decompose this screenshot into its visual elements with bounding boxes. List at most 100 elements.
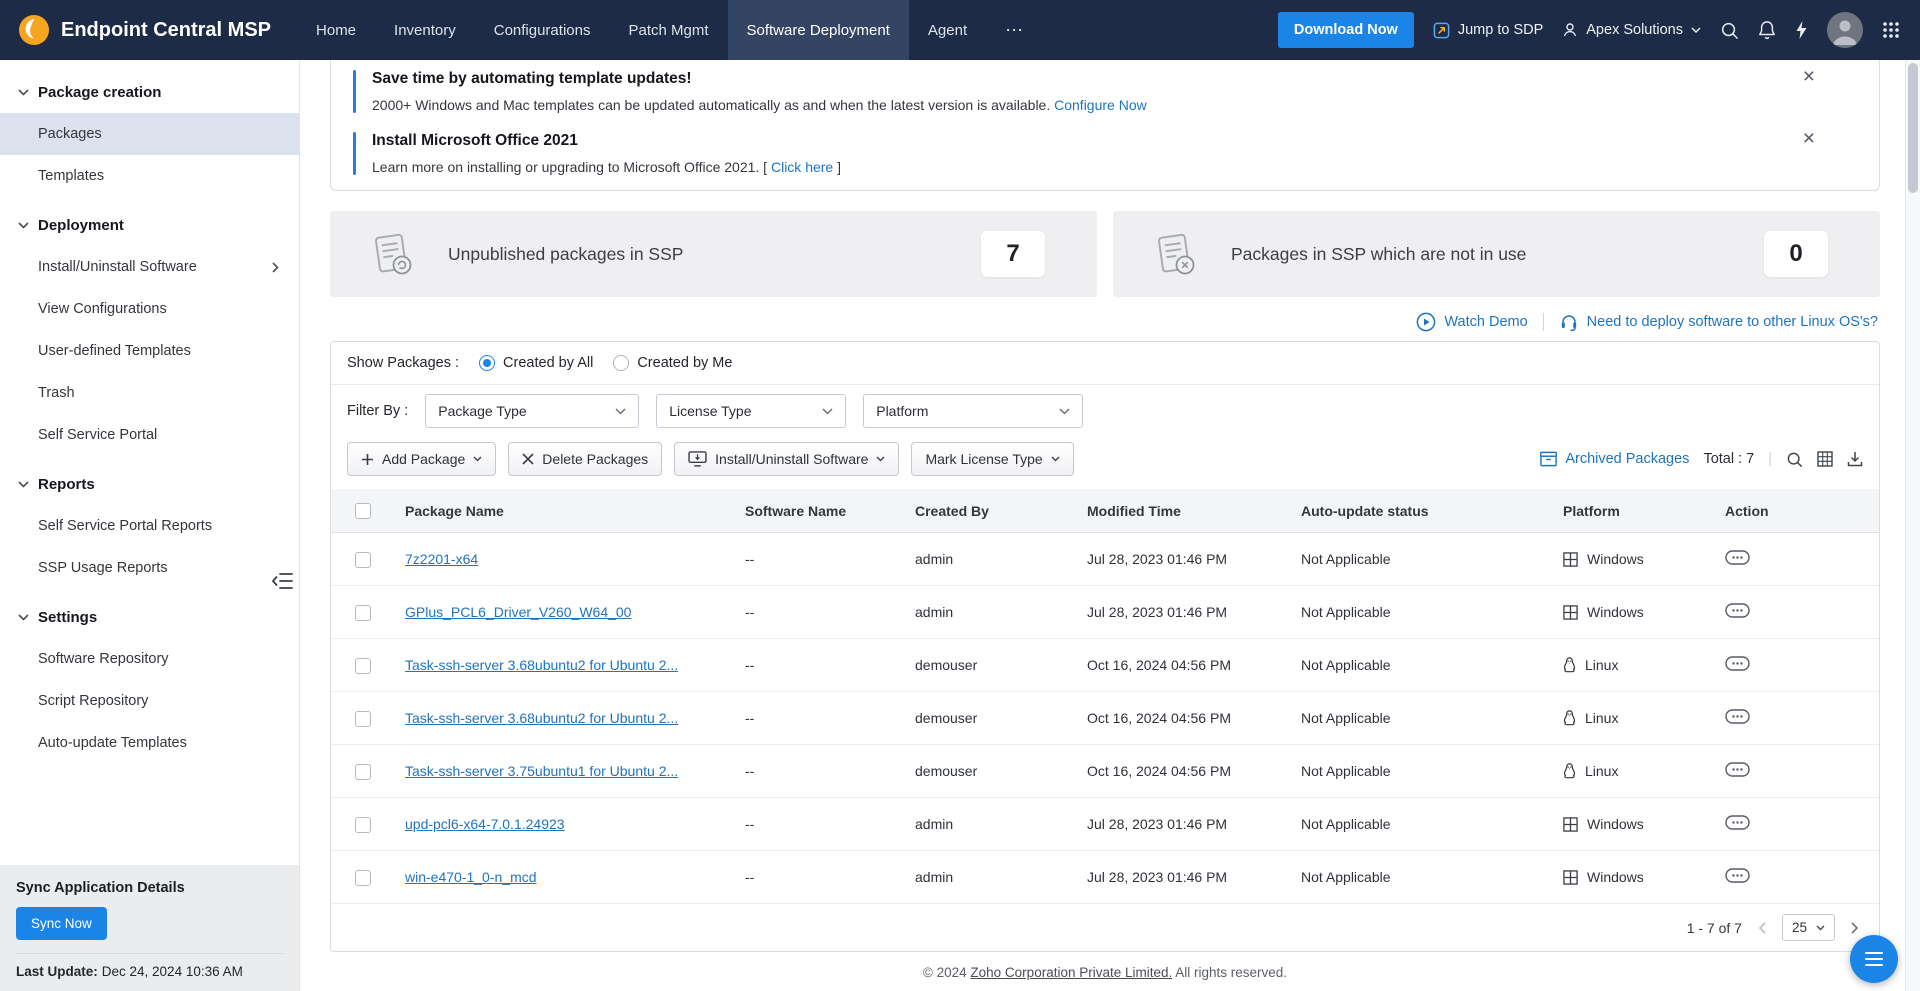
sidebar-item-user-defined-templates[interactable]: User-defined Templates — [0, 330, 299, 372]
chevron-down-icon — [18, 481, 29, 488]
row-actions-button[interactable] — [1725, 868, 1750, 883]
brand[interactable]: Endpoint Central MSP — [0, 0, 297, 60]
close-icon[interactable]: × — [1803, 128, 1815, 149]
search-icon[interactable] — [1720, 21, 1739, 40]
column-header-platform[interactable]: Platform — [1553, 489, 1715, 533]
apps-grid-icon[interactable] — [1882, 21, 1900, 39]
nav-item-inventory[interactable]: Inventory — [375, 0, 475, 60]
row-checkbox[interactable] — [355, 711, 371, 727]
delete-packages-button[interactable]: Delete Packages — [508, 442, 662, 476]
nav-item-home[interactable]: Home — [297, 0, 375, 60]
watch-demo-link[interactable]: Watch Demo — [1416, 312, 1527, 332]
radio-icon[interactable] — [479, 355, 495, 371]
row-actions-button[interactable] — [1725, 762, 1750, 777]
section-header-package-creation[interactable]: Package creation — [0, 72, 299, 113]
radio-created-by-me[interactable]: Created by Me — [613, 355, 732, 371]
row-actions-button[interactable] — [1725, 815, 1750, 830]
radio-created-by-all[interactable]: Created by All — [479, 355, 593, 371]
select-all-checkbox[interactable] — [355, 503, 371, 519]
row-actions-button[interactable] — [1725, 709, 1750, 724]
column-chooser-grid-icon[interactable] — [1817, 451, 1833, 467]
section-header-deployment[interactable]: Deployment — [0, 205, 299, 246]
column-header-software-name[interactable]: Software Name — [735, 489, 905, 533]
previous-page-icon[interactable] — [1754, 918, 1770, 938]
nav-more-button[interactable]: ⋯ — [986, 0, 1044, 60]
row-checkbox[interactable] — [355, 552, 371, 568]
next-page-icon[interactable] — [1847, 918, 1863, 938]
sidebar-item-trash[interactable]: Trash — [0, 372, 299, 414]
page-scrollbar[interactable] — [1905, 60, 1920, 991]
chevron-down-icon — [18, 222, 29, 229]
package-name-link[interactable]: upd-pcl6-x64-7.0.1.24923 — [405, 816, 565, 832]
section-header-settings[interactable]: Settings — [0, 597, 299, 638]
sidebar-collapse-icon[interactable] — [272, 572, 294, 590]
notifications-bell-icon[interactable] — [1758, 20, 1776, 40]
nav-item-agent[interactable]: Agent — [909, 0, 986, 60]
row-checkbox[interactable] — [355, 870, 371, 886]
platform-select[interactable]: Platform — [863, 394, 1083, 428]
row-checkbox[interactable] — [355, 764, 371, 780]
banner-body: 2000+ Windows and Mac templates can be u… — [372, 97, 1147, 113]
account-menu[interactable]: Apex Solutions — [1562, 22, 1701, 38]
last-update-label: Last Update: — [16, 964, 98, 979]
sidebar-item-software-repository[interactable]: Software Repository — [0, 638, 299, 680]
click-here-link[interactable]: Click here — [771, 159, 833, 175]
row-checkbox[interactable] — [355, 658, 371, 674]
archived-packages-link[interactable]: Archived Packages — [1540, 451, 1689, 467]
sidebar-item-ssp-usage-reports[interactable]: SSP Usage Reports — [0, 547, 299, 589]
column-header-modified-time[interactable]: Modified Time — [1077, 489, 1291, 533]
jump-to-sdp-link[interactable]: Jump to SDP — [1433, 22, 1543, 39]
package-name-link[interactable]: GPlus_PCL6_Driver_V260_W64_00 — [405, 604, 631, 620]
sidebar-item-install-uninstall-software[interactable]: Install/Uninstall Software — [0, 246, 299, 288]
package-name-link[interactable]: Task-ssh-server 3.68ubuntu2 for Ubuntu 2… — [405, 710, 678, 726]
modified-time-cell: Jul 28, 2023 01:46 PM — [1077, 586, 1291, 639]
archived-packages-label: Archived Packages — [1565, 451, 1689, 467]
package-name-link[interactable]: Task-ssh-server 3.75ubuntu1 for Ubuntu 2… — [405, 763, 678, 779]
sidebar-item-auto-update-templates[interactable]: Auto-update Templates — [0, 722, 299, 764]
mark-license-type-button[interactable]: Mark License Type — [911, 442, 1073, 476]
user-avatar[interactable] — [1827, 12, 1863, 48]
download-now-button[interactable]: Download Now — [1278, 12, 1414, 48]
row-actions-button[interactable] — [1725, 550, 1750, 565]
stat-label: Packages in SSP which are not in use — [1231, 244, 1526, 265]
row-checkbox[interactable] — [355, 605, 371, 621]
page-size-select[interactable]: 25 — [1782, 914, 1835, 941]
column-header-auto-update[interactable]: Auto-update status — [1291, 489, 1553, 533]
nav-item-software-deployment[interactable]: Software Deployment — [728, 0, 909, 60]
package-name-link[interactable]: 7z2201-x64 — [405, 551, 478, 567]
close-icon[interactable]: × — [1803, 66, 1815, 87]
quick-actions-lightning-icon[interactable] — [1795, 20, 1808, 40]
sidebar-item-packages[interactable]: Packages — [0, 113, 299, 155]
sync-now-button[interactable]: Sync Now — [16, 907, 107, 940]
package-name-link[interactable]: Task-ssh-server 3.68ubuntu2 for Ubuntu 2… — [405, 657, 678, 673]
sidebar-item-ssp-reports[interactable]: Self Service Portal Reports — [0, 505, 299, 547]
nav-item-patch-mgmt[interactable]: Patch Mgmt — [609, 0, 727, 60]
nav-item-configurations[interactable]: Configurations — [475, 0, 610, 60]
sync-application-panel: Sync Application Details Sync Now Last U… — [0, 865, 299, 991]
package-name-link[interactable]: win-e470-1_0-n_mcd — [405, 869, 537, 885]
add-package-button[interactable]: Add Package — [347, 442, 496, 476]
floating-menu-button[interactable] — [1850, 935, 1898, 983]
install-uninstall-software-button[interactable]: Install/Uninstall Software — [674, 442, 899, 476]
configure-now-link[interactable]: Configure Now — [1054, 97, 1147, 113]
sidebar-item-templates[interactable]: Templates — [0, 155, 299, 197]
modified-time-cell: Oct 16, 2024 04:56 PM — [1077, 639, 1291, 692]
sidebar-item-view-configurations[interactable]: View Configurations — [0, 288, 299, 330]
row-checkbox[interactable] — [355, 817, 371, 833]
column-header-created-by[interactable]: Created By — [905, 489, 1077, 533]
row-actions-button[interactable] — [1725, 603, 1750, 618]
section-settings: Settings Software Repository Script Repo… — [0, 597, 299, 764]
scrollbar-thumb[interactable] — [1908, 63, 1918, 193]
table-search-icon[interactable] — [1786, 451, 1803, 468]
row-actions-button[interactable] — [1725, 656, 1750, 671]
column-header-package-name[interactable]: Package Name — [395, 489, 735, 533]
sidebar-item-script-repository[interactable]: Script Repository — [0, 680, 299, 722]
zoho-corporation-link[interactable]: Zoho Corporation Private Limited. — [970, 965, 1172, 980]
linux-deploy-help-link[interactable]: Need to deploy software to other Linux O… — [1559, 312, 1878, 332]
sidebar-item-self-service-portal[interactable]: Self Service Portal — [0, 414, 299, 456]
license-type-select[interactable]: License Type — [656, 394, 846, 428]
section-header-reports[interactable]: Reports — [0, 464, 299, 505]
radio-icon[interactable] — [613, 355, 629, 371]
package-type-select[interactable]: Package Type — [425, 394, 639, 428]
export-download-icon[interactable] — [1847, 451, 1863, 467]
